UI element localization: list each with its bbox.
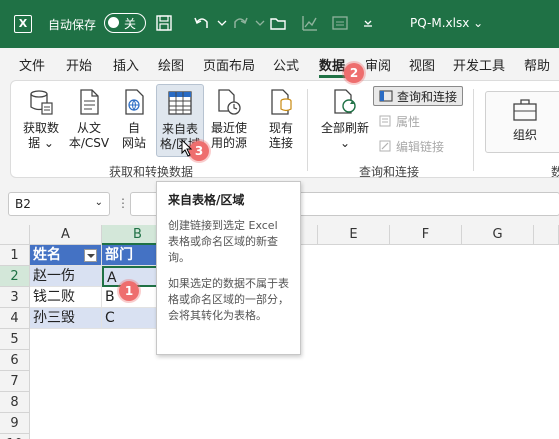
column-header-h[interactable] bbox=[534, 225, 559, 245]
column-header-f[interactable]: F bbox=[390, 225, 462, 245]
redo-dropdown-icon[interactable] bbox=[250, 13, 270, 33]
recent-sources-button[interactable]: 最近使 用的源 bbox=[205, 87, 253, 157]
briefcase-icon bbox=[513, 99, 537, 121]
row-header-5[interactable]: 5 bbox=[0, 329, 30, 350]
tooltip-title: 来自表格/区域 bbox=[168, 193, 245, 207]
refresh-icon bbox=[334, 89, 356, 114]
row-header-10[interactable]: 10 bbox=[0, 434, 30, 439]
folder-icon[interactable] bbox=[268, 13, 288, 33]
tab-home[interactable]: 开始 bbox=[66, 55, 92, 74]
database-icon bbox=[30, 90, 53, 115]
row-header-8[interactable]: 8 bbox=[0, 392, 30, 413]
from-web-button[interactable]: 自 网站 bbox=[115, 87, 153, 157]
mouse-cursor-icon bbox=[181, 139, 193, 157]
table-header-cell[interactable]: 姓名 bbox=[30, 245, 102, 266]
tooltip-description: 创建链接到选定 Excel 表格或命名区域的新查询。 bbox=[168, 219, 278, 264]
row-header-6[interactable]: 6 bbox=[0, 350, 30, 371]
properties-icon bbox=[379, 115, 391, 127]
tab-developer[interactable]: 开发工具 bbox=[453, 55, 505, 74]
get-transform-group-label: 获取和转换数据 bbox=[109, 165, 194, 179]
panel-icon bbox=[379, 90, 393, 102]
tab-draw[interactable]: 绘图 bbox=[158, 55, 184, 74]
tab-insert[interactable]: 插入 bbox=[113, 55, 139, 74]
existing-connections-button[interactable]: 现有 连接 bbox=[261, 87, 301, 157]
ribbon-separator bbox=[473, 89, 474, 171]
undo-icon[interactable] bbox=[192, 13, 212, 33]
autosave-state: 关 bbox=[124, 17, 137, 31]
number-format-icon[interactable] bbox=[330, 13, 350, 33]
tab-review[interactable]: 审阅 bbox=[365, 55, 391, 74]
customize-toolbar-icon[interactable] bbox=[358, 13, 378, 33]
tooltip-description: 如果选定的数据不属于表格或命名区域的一部分，会将其转化为表格。 bbox=[168, 277, 289, 322]
tab-data[interactable]: 数据 bbox=[319, 55, 345, 74]
from-text-csv-button[interactable]: 从文 本/CSV bbox=[65, 87, 113, 157]
chart-icon[interactable] bbox=[300, 13, 320, 33]
row-header-7[interactable]: 7 bbox=[0, 371, 30, 392]
ribbon-tooltip: 来自表格/区域 创建链接到选定 Excel 表格或命名区域的新查询。 如果选定的… bbox=[156, 181, 301, 355]
undo-dropdown-icon[interactable] bbox=[212, 13, 232, 33]
excel-logo-icon: X bbox=[14, 15, 32, 33]
column-header-e[interactable]: E bbox=[318, 225, 390, 245]
column-header-a[interactable]: A bbox=[30, 225, 102, 245]
tab-page-layout[interactable]: 页面布局 bbox=[203, 55, 255, 74]
menu-bar: 文件 开始 插入 绘图 页面布局 公式 数据 审阅 视图 开发工具 帮助 bbox=[0, 48, 559, 78]
title-bar: X 自动保存 关 PQ-M.xlsx ⌄ bbox=[0, 0, 559, 48]
link-icon bbox=[379, 140, 391, 152]
edit-links-button[interactable]: 编辑链接 bbox=[378, 136, 444, 156]
outline-group-label: 数 bbox=[551, 165, 559, 179]
row-header-1[interactable]: 1 bbox=[0, 245, 30, 266]
formula-bar-grip[interactable]: ⋮ bbox=[117, 196, 129, 210]
tab-file[interactable]: 文件 bbox=[19, 55, 45, 74]
autosave-toggle[interactable]: 关 bbox=[104, 13, 146, 33]
group-button[interactable]: 组织 bbox=[485, 91, 559, 153]
save-icon[interactable] bbox=[154, 13, 174, 33]
text-file-icon bbox=[80, 89, 99, 115]
web-page-icon bbox=[125, 89, 144, 115]
recent-file-icon bbox=[218, 89, 241, 115]
select-all-corner[interactable] bbox=[0, 225, 30, 245]
step-badge: 2 bbox=[344, 63, 364, 83]
get-data-button[interactable]: 获取数 据 ⌄ bbox=[17, 87, 65, 157]
toggle-knob bbox=[108, 17, 119, 28]
active-tab-underline bbox=[319, 75, 347, 78]
row-header-3[interactable]: 3 bbox=[0, 287, 30, 308]
table-cell[interactable]: 赵一伤 bbox=[30, 266, 102, 287]
filter-dropdown-icon[interactable] bbox=[84, 249, 97, 262]
connections-icon bbox=[271, 89, 292, 115]
tab-help[interactable]: 帮助 bbox=[524, 55, 550, 74]
refresh-all-button[interactable]: 全部刷新 ⌄ bbox=[313, 87, 377, 157]
properties-button[interactable]: 属性 bbox=[378, 111, 420, 131]
queries-connections-button[interactable]: 查询和连接 bbox=[373, 86, 464, 106]
file-name[interactable]: PQ-M.xlsx ⌄ bbox=[410, 16, 483, 30]
step-badge: 1 bbox=[119, 281, 139, 301]
name-box[interactable]: B2 ⌄ bbox=[8, 192, 110, 216]
table-cell[interactable]: 钱二败 bbox=[30, 287, 102, 308]
ribbon-separator bbox=[307, 89, 308, 171]
row-header-2[interactable]: 2 bbox=[0, 266, 30, 287]
ribbon: 获取数 据 ⌄ 从文 本/CSV 自 网站 来自表 格/区域 最近使 用的源 现… bbox=[10, 80, 559, 179]
chevron-down-icon[interactable]: ⌄ bbox=[95, 197, 103, 208]
column-header-g[interactable]: G bbox=[462, 225, 534, 245]
autosave-label: 自动保存 bbox=[48, 18, 97, 32]
redo-icon[interactable] bbox=[230, 13, 250, 33]
table-cell[interactable]: 孙三毁 bbox=[30, 308, 102, 329]
table-icon bbox=[168, 91, 192, 115]
row-header-9[interactable]: 9 bbox=[0, 413, 30, 434]
queries-group-label: 查询和连接 bbox=[359, 165, 420, 179]
tab-formulas[interactable]: 公式 bbox=[273, 55, 299, 74]
tab-view[interactable]: 视图 bbox=[409, 55, 435, 74]
row-header-4[interactable]: 4 bbox=[0, 308, 30, 329]
